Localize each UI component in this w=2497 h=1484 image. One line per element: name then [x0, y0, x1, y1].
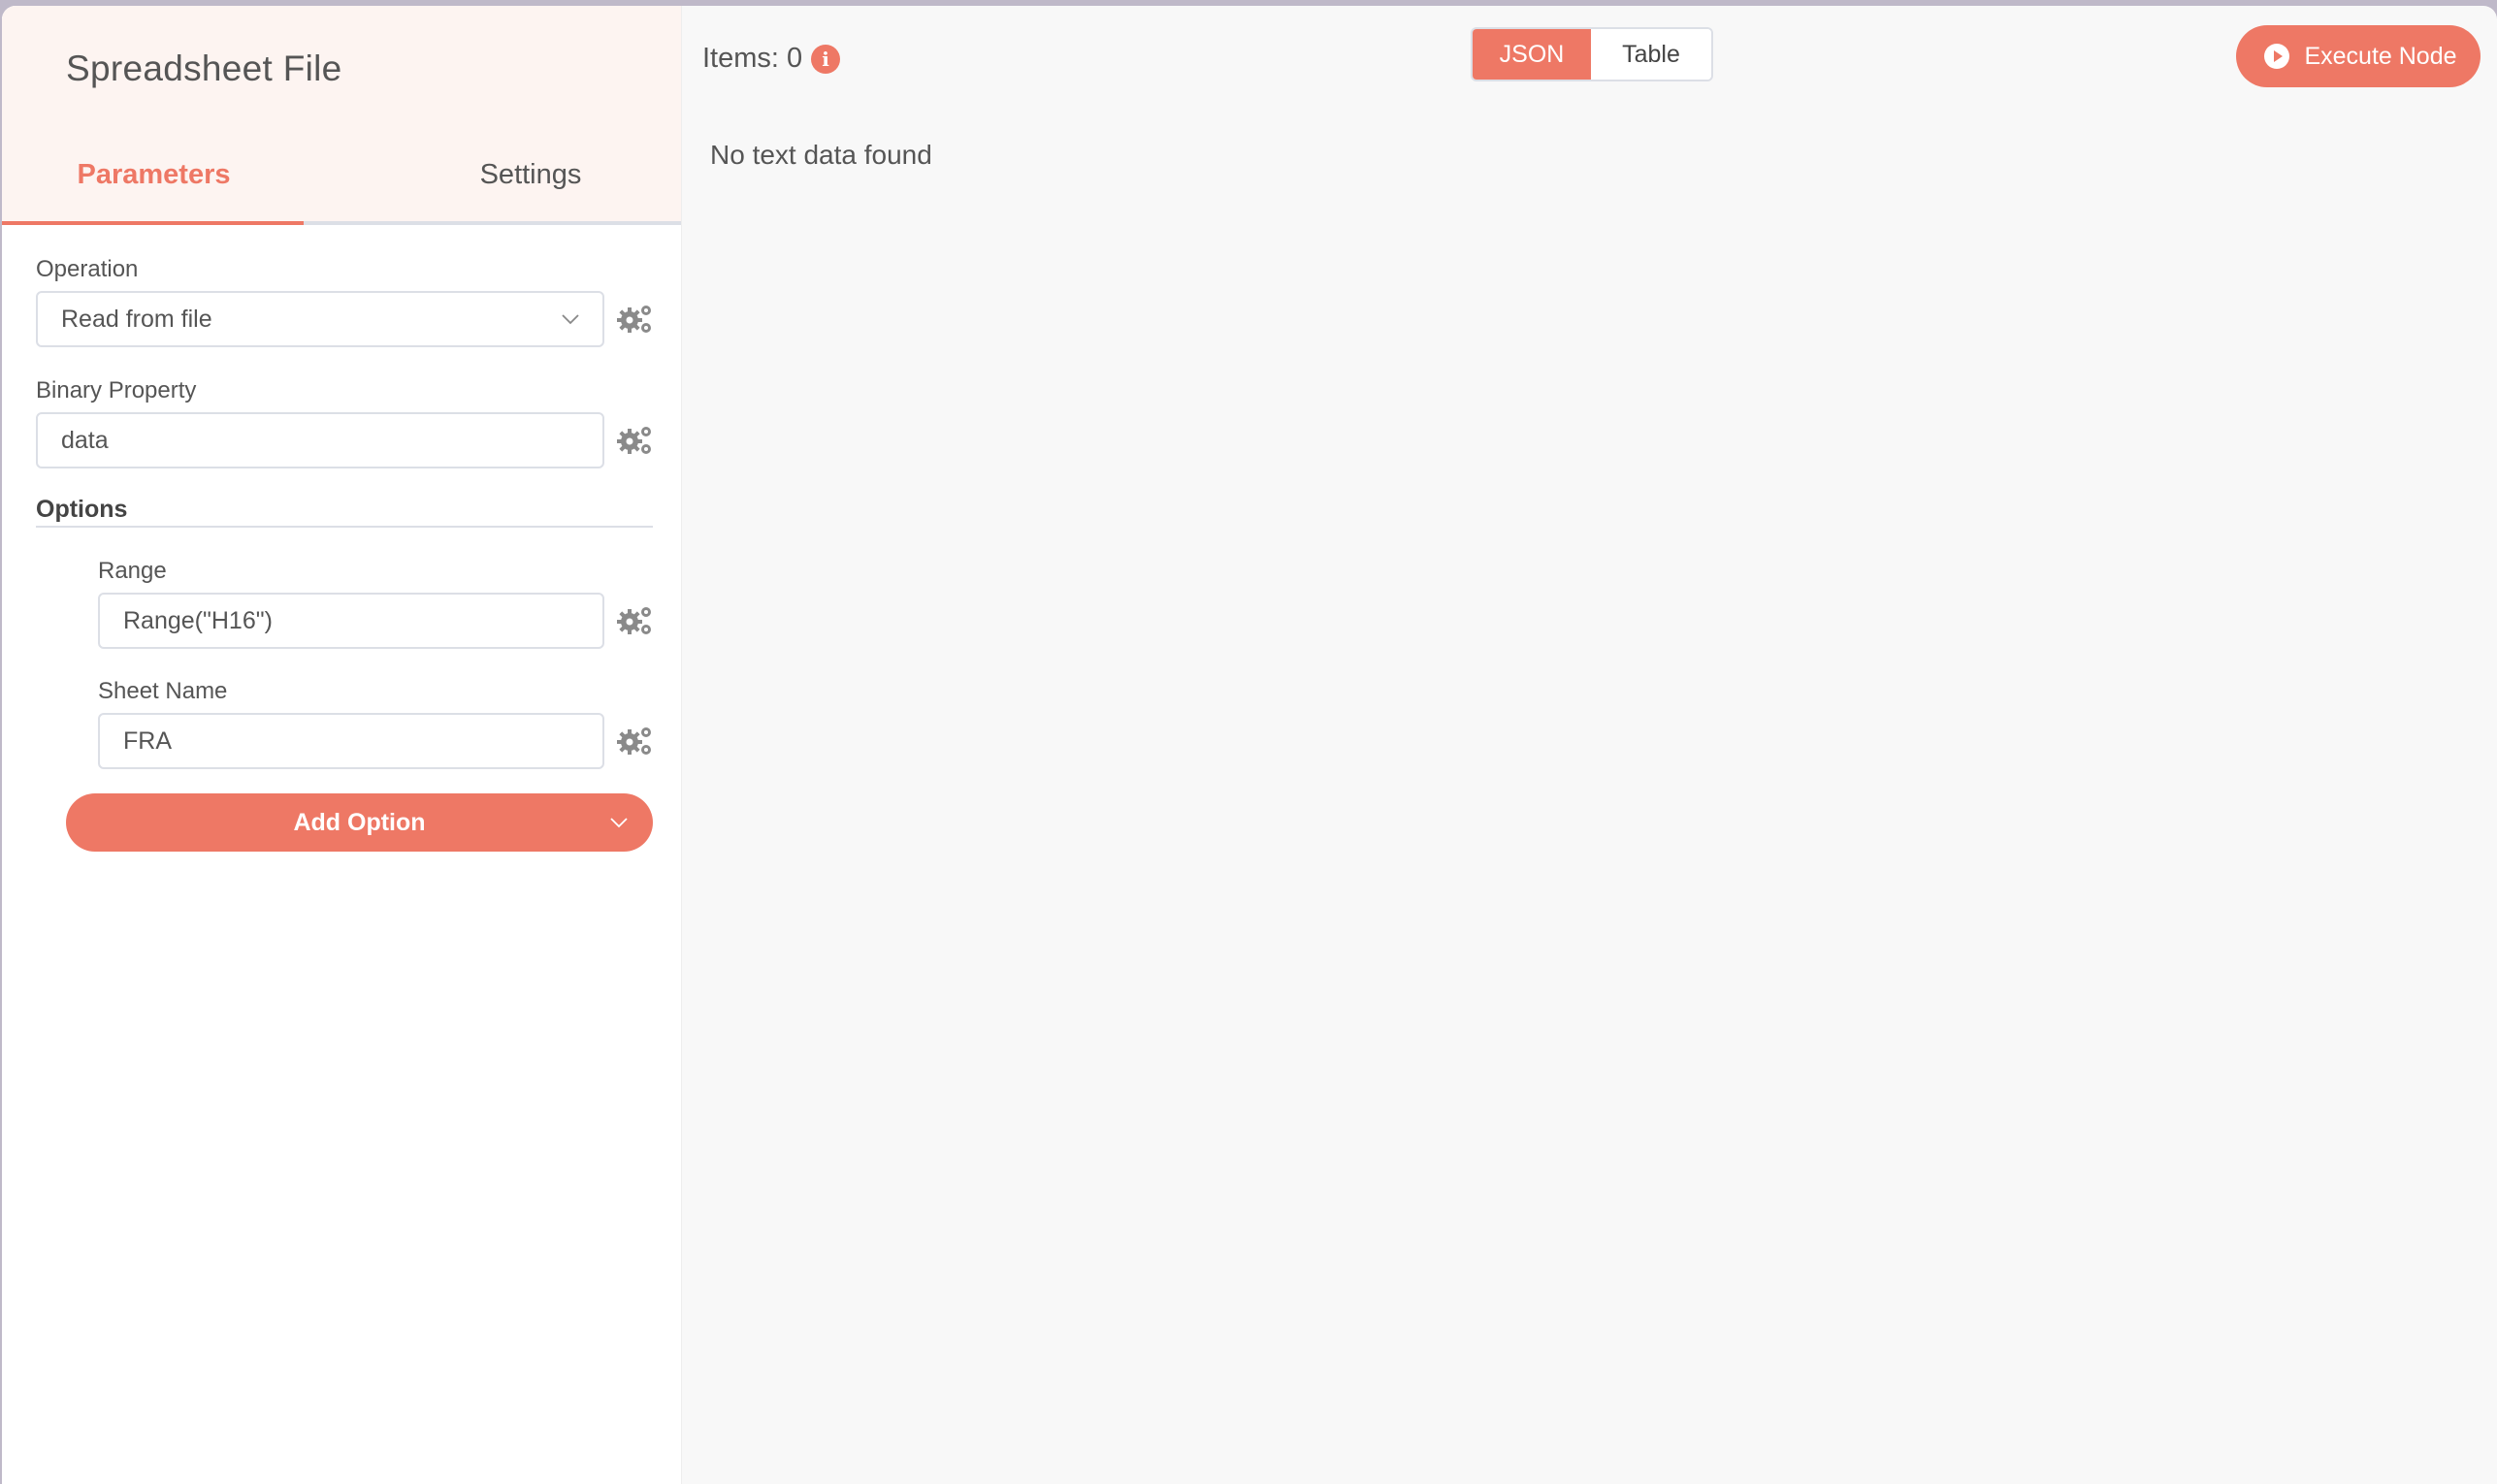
sheet-name-input[interactable]: FRA	[98, 713, 604, 769]
items-count: Items: 0	[702, 43, 803, 74]
operation-select[interactable]: Read from file	[36, 291, 604, 347]
tab-bar: Parameters Settings	[2, 128, 681, 225]
options-heading: Options	[36, 496, 128, 523]
options-divider	[36, 526, 653, 528]
node-details-window: Spreadsheet File Parameters Settings Ope…	[2, 6, 2497, 1484]
tab-settings[interactable]: Settings	[380, 128, 681, 221]
node-title[interactable]: Spreadsheet File	[66, 48, 342, 89]
add-option-button[interactable]: Add Option	[66, 793, 653, 852]
view-mode-toggle: JSON Table	[1471, 27, 1713, 81]
active-tab-indicator	[2, 221, 304, 225]
chevron-down-icon	[610, 818, 628, 828]
tab-parameters[interactable]: Parameters	[2, 128, 306, 221]
parameter-options-gear-icon[interactable]	[617, 424, 654, 457]
add-option-label: Add Option	[293, 808, 426, 836]
parameter-options-gear-icon[interactable]	[617, 604, 654, 637]
operation-label: Operation	[36, 256, 139, 282]
operation-value: Read from file	[61, 305, 212, 333]
binary-property-label: Binary Property	[36, 377, 197, 403]
parameter-options-gear-icon[interactable]	[617, 725, 654, 758]
view-json-button[interactable]: JSON	[1473, 29, 1591, 80]
play-circle-icon	[2264, 44, 2290, 69]
chevron-down-icon	[562, 314, 579, 325]
binary-property-value: data	[61, 426, 109, 454]
panel-header: Spreadsheet File Parameters Settings	[2, 6, 681, 225]
binary-property-input[interactable]: data	[36, 412, 604, 468]
view-table-button[interactable]: Table	[1591, 29, 1711, 80]
tab-underline	[2, 221, 681, 225]
range-value: Range("H16")	[123, 606, 273, 634]
info-icon[interactable]: i	[811, 45, 840, 74]
sheet-name-label: Sheet Name	[98, 678, 228, 704]
sheet-name-value: FRA	[123, 726, 172, 755]
empty-output-message: No text data found	[710, 140, 932, 170]
range-input[interactable]: Range("H16")	[98, 593, 604, 649]
parameters-panel: Spreadsheet File Parameters Settings Ope…	[2, 6, 682, 1484]
execute-node-label: Execute Node	[2304, 42, 2457, 70]
range-label: Range	[98, 558, 167, 584]
parameter-options-gear-icon[interactable]	[617, 303, 654, 336]
execute-node-button[interactable]: Execute Node	[2236, 25, 2481, 87]
